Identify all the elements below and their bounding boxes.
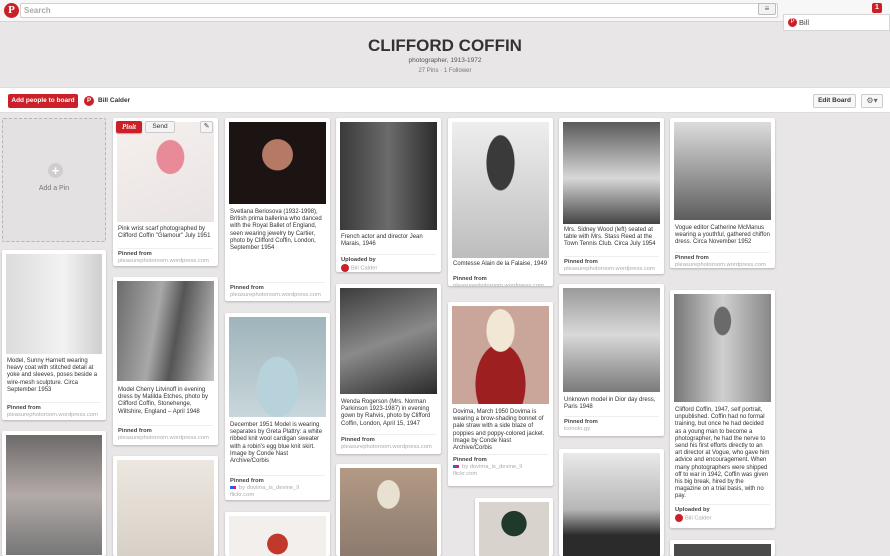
pin-image[interactable] — [6, 254, 102, 354]
pin-description: Model Cherry Litvinoff in evening dress … — [118, 387, 209, 415]
pin-source[interactable]: Pinned from pleasurephotoroom.wordpress.c… — [118, 425, 213, 442]
pin-image[interactable] — [674, 294, 771, 402]
send-button[interactable]: Send — [145, 121, 175, 133]
notification-badge[interactable]: 1 — [872, 3, 882, 13]
pin-source[interactable]: Pinned from by dovima_is_devine_ll flickr.… — [230, 475, 325, 499]
pin-card[interactable] — [2, 431, 106, 556]
pin-source[interactable]: Pinned from iconolo.gy — [564, 416, 659, 433]
pin-description: Mrs. Sidney Wood (left) seated at table … — [564, 227, 656, 248]
pin-image[interactable] — [479, 502, 549, 556]
pin-source[interactable]: Pinned from pleasurephotoroom.wordpress.c… — [230, 282, 325, 299]
pin-image[interactable] — [563, 122, 660, 224]
pin-description: Pink wrist scarf photographed by Cliffor… — [118, 226, 211, 240]
pin-image[interactable] — [563, 453, 660, 556]
pin-image[interactable] — [229, 122, 326, 204]
pin-card[interactable]: Mrs. Sidney Wood (left) seated at table … — [559, 118, 664, 274]
pin-card[interactable]: French actor and director Jean Marais, 1… — [336, 118, 441, 272]
pin-description: Model, Sunny Harnett wearing heavy coat … — [7, 358, 98, 393]
pin-image[interactable] — [340, 122, 437, 230]
settings-gear-icon[interactable]: ⚙▾ — [861, 94, 883, 108]
pin-source[interactable]: Pinned from pleasurephotoroom.wordpress.c… — [675, 252, 770, 268]
add-people-button[interactable]: Add people to board — [8, 94, 78, 108]
pin-card[interactable]: Comtesse Alain de la Falaise, 1949 Pinne… — [448, 118, 553, 286]
pin-source[interactable]: Uploaded by Bill Calder — [675, 504, 770, 523]
pin-description: Svetlana Beriosova (1932-1998), British … — [230, 209, 322, 252]
pin-description: Comtesse Alain de la Falaise, 1949 — [453, 261, 548, 267]
pin-image[interactable] — [229, 516, 326, 556]
pin-source[interactable]: Pinned from by dovima_is_devine_ll flickr.… — [453, 454, 548, 478]
pin-description: Wenda Rogerson (Mrs. Norman Parkinson 19… — [341, 399, 431, 427]
add-pin-tile[interactable]: + Add a Pin — [2, 118, 106, 242]
pin-card[interactable] — [670, 540, 775, 556]
pin-source[interactable]: Pinned from pleasurephotoroom.wordpress.c… — [453, 274, 548, 286]
edit-board-button[interactable]: Edit Board — [813, 94, 856, 108]
pin-description: Clifford Coffin, 1947, self portrait, un… — [675, 407, 770, 500]
pin-card[interactable]: Vogue editor Catherine McManus wearing a… — [670, 118, 775, 268]
board-action-bar: Add people to board P Bill Calder Edit B… — [0, 87, 890, 113]
owner-name: Bill Calder — [98, 97, 131, 104]
pin-image[interactable] — [340, 288, 437, 394]
avatar-icon: P — [788, 18, 797, 27]
top-bar: P Search ≡ 1 — [0, 0, 890, 22]
pin-image[interactable] — [452, 122, 549, 258]
pin-description: December 1951 Model is wearing separates… — [230, 422, 323, 465]
search-input[interactable]: Search — [20, 3, 778, 18]
board-stats: 27 Pins · 1 Follower — [0, 68, 890, 74]
pin-source[interactable]: Pinned from pleasurephotoroom.wordpress.c… — [7, 402, 101, 419]
pin-image[interactable] — [674, 544, 771, 556]
pin-image[interactable] — [229, 317, 326, 417]
pin-source[interactable]: Pinned from pleasurephotoroom.wordpress.c… — [118, 248, 213, 265]
pin-description: Vogue editor Catherine McManus wearing a… — [675, 225, 770, 246]
pin-source[interactable]: Pinned from pleasurephotoroom.wordpress.c… — [341, 434, 436, 451]
pin-card[interactable]: Model Cherry Litvinoff in evening dress … — [113, 277, 218, 445]
pin-image[interactable] — [117, 460, 214, 556]
board-title: CLIFFORD COFFIN — [368, 36, 522, 55]
pin-card[interactable]: December 1951 Model is wearing separates… — [225, 313, 330, 500]
pin-image[interactable] — [452, 306, 549, 404]
menu-icon[interactable]: ≡ — [758, 3, 776, 15]
pin-card[interactable]: Unknown model in Dior day dress, Paris 1… — [559, 284, 664, 436]
pin-image[interactable] — [340, 468, 437, 556]
pin-card[interactable]: Pink wrist scarf photographed by Cliffor… — [113, 118, 218, 266]
pin-count[interactable]: 27 Pins — [418, 68, 438, 74]
plus-icon: + — [48, 163, 63, 178]
pin-card[interactable]: Wenda Rogerson (Mrs. Norman Parkinson 19… — [336, 284, 441, 454]
user-name: Bill — [799, 18, 810, 27]
owner-avatar-icon: P — [84, 96, 94, 106]
pin-card[interactable]: Clifford Coffin, 1947, self portrait, un… — [670, 290, 775, 528]
pinterest-logo-icon[interactable]: P — [4, 3, 19, 18]
pin-image[interactable] — [6, 435, 102, 555]
pin-description: Unknown model in Dior day dress, Paris 1… — [564, 397, 656, 411]
separator: · — [440, 68, 443, 74]
user-menu[interactable]: P Bill — [783, 14, 890, 31]
pin-card[interactable]: Model, Sunny Harnett wearing heavy coat … — [2, 250, 106, 420]
pin-description: Dovima, March 1950 Dovima is wearing a b… — [453, 409, 545, 452]
pin-card[interactable] — [113, 456, 218, 556]
pin-image[interactable] — [674, 122, 771, 220]
pin-it-button[interactable]: Pinit — [116, 121, 142, 133]
pin-source[interactable]: Pinned from pleasurephotoroom.wordpress.c… — [564, 256, 659, 273]
pin-card[interactable] — [559, 449, 664, 556]
pin-card[interactable] — [225, 512, 330, 556]
pin-image[interactable] — [563, 288, 660, 392]
pin-card[interactable] — [336, 464, 441, 556]
pin-card[interactable]: Svetlana Beriosova (1932-1998), British … — [225, 118, 330, 301]
pin-card[interactable]: Dovima, March 1950 Dovima is wearing a b… — [448, 302, 553, 486]
board-description: photographer, 1913-1972 — [408, 57, 482, 64]
pin-source[interactable]: Uploaded by Bill Calder — [341, 254, 436, 272]
board-owner[interactable]: P Bill Calder — [83, 94, 130, 108]
pin-description: French actor and director Jean Marais, 1… — [341, 234, 423, 248]
pin-card[interactable] — [475, 498, 553, 556]
add-pin-label: Add a Pin — [38, 185, 70, 192]
follower-count[interactable]: 1 Follower — [444, 68, 472, 74]
edit-pin-pencil-icon[interactable]: ✎ — [200, 121, 213, 133]
pin-image[interactable] — [117, 122, 214, 222]
pin-image[interactable] — [117, 281, 214, 381]
